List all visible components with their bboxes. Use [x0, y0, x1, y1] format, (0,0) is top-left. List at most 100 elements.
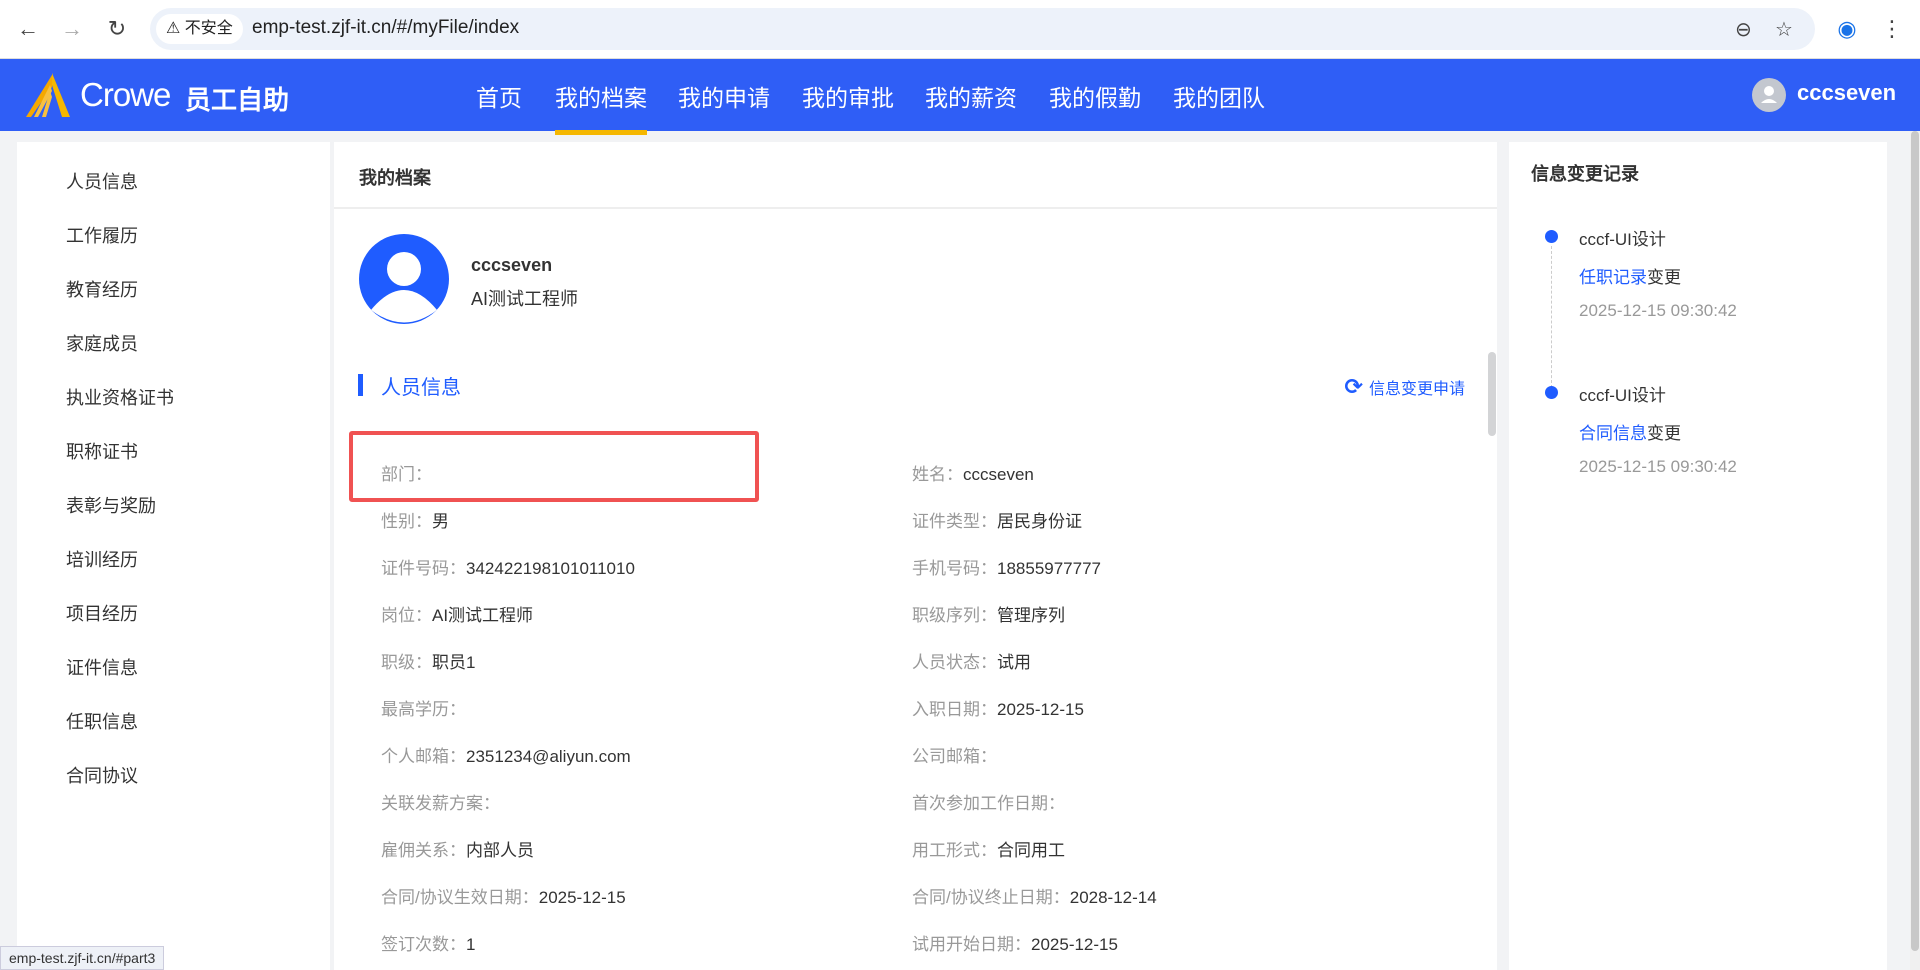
field-label: 姓名： [912, 465, 963, 484]
field-label: 职级序列： [912, 606, 997, 625]
status-bar-url: emp-test.zjf-it.cn/#part3 [0, 946, 165, 970]
user-avatar[interactable] [1752, 78, 1786, 112]
panel-scrollbar[interactable] [1488, 352, 1496, 436]
record-link[interactable]: 任职记录 [1579, 268, 1647, 287]
address-bar[interactable]: ⚠ 不安全 emp-test.zjf-it.cn/#/myFile/index … [150, 8, 1815, 50]
info-field: 职级：职员1 [381, 648, 475, 673]
profile-avatar [359, 234, 449, 324]
info-field: 姓名：cccseven [912, 460, 1034, 485]
field-value: 2351234@aliyun.com [466, 747, 631, 766]
nav-my-approvals[interactable]: 我的审批 [802, 79, 894, 113]
record-change: 任职记录变更 [1579, 263, 1681, 288]
nav-home[interactable]: 首页 [476, 79, 522, 113]
info-change-request-button[interactable]: ⟳ 信息变更申请 [1345, 374, 1465, 400]
field-label: 最高学历： [381, 700, 466, 719]
page-scrollbar-thumb[interactable] [1911, 131, 1919, 951]
field-label: 首次参加工作日期： [912, 794, 1065, 813]
field-label: 人员状态： [912, 653, 997, 672]
star-icon[interactable]: ☆ [1775, 17, 1793, 42]
record-user: cccf-UI设计 [1579, 386, 1666, 405]
highlight-box [349, 431, 759, 502]
app-header: Crowe 员工自助 首页 我的档案 我的申请 我的审批 我的薪资 我的假勤 我… [0, 59, 1920, 135]
section-marker [358, 374, 363, 396]
info-field: 试用开始日期：2025-12-15 [912, 930, 1118, 955]
sidebar-item[interactable]: 教育经历 [66, 276, 138, 302]
profile-icon[interactable]: ◉ [1833, 16, 1861, 42]
info-field: 签订次数：1 [381, 930, 475, 955]
info-field: 合同/协议终止日期：2028-12-14 [912, 883, 1157, 908]
info-field: 合同/协议生效日期：2025-12-15 [381, 883, 626, 908]
field-value: 18855977777 [997, 559, 1102, 578]
record-user: cccf-UI设计 [1579, 230, 1666, 249]
field-label: 证件号码： [381, 559, 466, 578]
timeline-line [1551, 246, 1552, 388]
info-field: 个人邮箱：2351234@aliyun.com [381, 742, 631, 767]
field-value: 2025-12-15 [997, 700, 1084, 719]
timeline-dot [1545, 230, 1558, 243]
info-field: 用工形式：合同用工 [912, 836, 1065, 861]
sidebar-item[interactable]: 合同协议 [66, 762, 138, 788]
field-value: 职员1 [432, 653, 476, 672]
info-field: 公司邮箱： [912, 742, 997, 767]
change-log-panel: 信息变更记录 cccf-UI设计 任职记录变更 2025-12-15 09:30:4… [1509, 142, 1887, 970]
nav-my-salary[interactable]: 我的薪资 [925, 79, 1017, 113]
info-field: 手机号码：18855977777 [912, 554, 1101, 579]
nav-my-leave[interactable]: 我的假勤 [1049, 79, 1141, 113]
security-chip[interactable]: ⚠ 不安全 [156, 14, 243, 44]
main-panel: 我的档案 cccseven AI测试工程师 人员信息 ⟳ 信息变更申请 部门：性… [334, 142, 1497, 970]
sidebar-item[interactable]: 项目经历 [66, 600, 138, 626]
sidebar-item[interactable]: 培训经历 [66, 546, 138, 572]
reload-icon[interactable]: ↻ [103, 16, 131, 42]
nav-my-applications[interactable]: 我的申请 [678, 79, 770, 113]
field-label: 签订次数： [381, 935, 466, 954]
record-change: 合同信息变更 [1579, 419, 1681, 444]
record-suffix: 变更 [1647, 424, 1681, 443]
back-icon[interactable]: ← [14, 16, 42, 42]
brand-name: Crowe [80, 76, 171, 113]
sidebar-item[interactable]: 任职信息 [66, 708, 138, 734]
sidebar: 人员信息工作履历教育经历家庭成员执业资格证书 职称证书表彰与奖励培训经历项目经历证… [17, 142, 330, 970]
field-value: AI测试工程师 [432, 606, 534, 625]
sidebar-item[interactable]: 家庭成员 [66, 330, 138, 356]
zoom-icon[interactable]: ⊖ [1735, 17, 1752, 42]
info-field: 最高学历： [381, 695, 466, 720]
field-label: 手机号码： [912, 559, 997, 578]
crowe-logo-icon [26, 73, 70, 117]
info-field: 证件类型：居民身份证 [912, 507, 1082, 532]
field-value: 合同用工 [997, 841, 1065, 860]
info-field: 人员状态：试用 [912, 648, 1031, 673]
user-name[interactable]: cccseven [1797, 80, 1896, 106]
browser-toolbar: ← → ↻ ⚠ 不安全 emp-test.zjf-it.cn/#/myFile/… [0, 0, 1920, 59]
sidebar-item[interactable]: 执业资格证书 [66, 384, 174, 410]
page-title: 我的档案 [334, 142, 1497, 209]
sidebar-item[interactable]: 职称证书 [66, 438, 138, 464]
field-value: 男 [432, 512, 449, 531]
info-field: 入职日期：2025-12-15 [912, 695, 1084, 720]
field-label: 合同/协议终止日期： [912, 888, 1070, 907]
record-link[interactable]: 合同信息 [1579, 424, 1647, 443]
field-label: 个人邮箱： [381, 747, 466, 766]
record-time: 2025-12-15 09:30:42 [1579, 457, 1737, 476]
field-label: 性别： [381, 512, 432, 531]
field-value: 管理序列 [997, 606, 1065, 625]
field-value: cccseven [963, 465, 1034, 484]
info-field: 证件号码：342422198101011010 [381, 554, 635, 579]
url-text[interactable]: emp-test.zjf-it.cn/#/myFile/index [252, 17, 519, 39]
security-label: 不安全 [184, 20, 233, 37]
change-request-label: 信息变更申请 [1368, 381, 1465, 398]
sidebar-item[interactable]: 人员信息 [66, 168, 138, 194]
menu-icon[interactable]: ⋮ [1878, 16, 1906, 42]
sidebar-item[interactable]: 工作履历 [66, 222, 138, 248]
user-icon [1761, 86, 1777, 103]
record-time: 2025-12-15 09:30:42 [1579, 301, 1737, 320]
info-field: 性别：男 [381, 507, 449, 532]
forward-icon[interactable]: → [58, 16, 86, 42]
change-log-title: 信息变更记录 [1531, 164, 1639, 184]
sidebar-item[interactable]: 表彰与奖励 [66, 492, 156, 518]
info-field: 岗位：AI测试工程师 [381, 601, 533, 626]
field-value: 2025-12-15 [538, 888, 626, 907]
nav-my-team[interactable]: 我的团队 [1173, 79, 1265, 113]
nav-my-file[interactable]: 我的档案 [555, 79, 647, 135]
sidebar-item[interactable]: 证件信息 [66, 654, 138, 680]
section-title: 人员信息 [381, 377, 461, 399]
